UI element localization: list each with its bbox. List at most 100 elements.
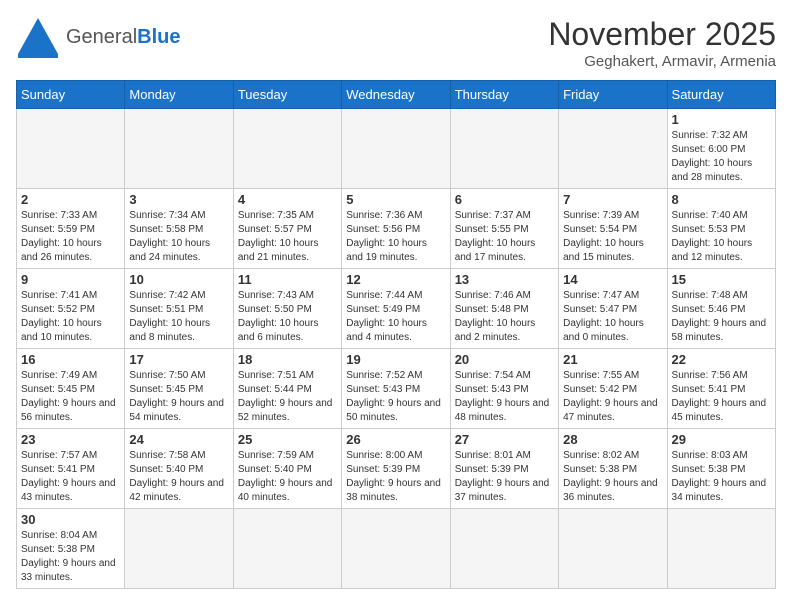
day-number: 28 xyxy=(563,432,662,447)
weekday-header: Thursday xyxy=(450,81,558,109)
day-number: 15 xyxy=(672,272,771,287)
day-number: 17 xyxy=(129,352,228,367)
calendar-cell xyxy=(342,509,450,589)
header: GeneralBlue November 2025 Geghakert, Arm… xyxy=(16,16,776,70)
day-info: Sunrise: 7:32 AM Sunset: 6:00 PM Dayligh… xyxy=(672,129,771,185)
calendar-week-row: 30 Sunrise: 8:04 AM Sunset: 5:38 PM Dayli… xyxy=(17,509,776,589)
day-info: Sunrise: 7:43 AM Sunset: 5:50 PM Dayligh… xyxy=(238,289,337,345)
day-number: 21 xyxy=(563,352,662,367)
day-number: 5 xyxy=(346,192,445,207)
calendar-cell: 14 Sunrise: 7:47 AM Sunset: 5:47 PM Dayli… xyxy=(559,269,667,349)
day-number: 10 xyxy=(129,272,228,287)
day-info: Sunrise: 7:42 AM Sunset: 5:51 PM Dayligh… xyxy=(129,289,228,345)
day-number: 19 xyxy=(346,352,445,367)
day-info: Sunrise: 7:33 AM Sunset: 5:59 PM Dayligh… xyxy=(21,209,120,265)
calendar-cell: 2Sunrise: 7:33 AM Sunset: 5:59 PM Daylig… xyxy=(17,189,125,269)
day-info: Sunrise: 7:40 AM Sunset: 5:53 PM Dayligh… xyxy=(672,209,771,265)
title-area: November 2025 Geghakert, Armavir, Armeni… xyxy=(548,16,776,70)
weekday-header: Monday xyxy=(125,81,233,109)
calendar-cell xyxy=(342,109,450,189)
calendar-cell: 13Sunrise: 7:46 AM Sunset: 5:48 PM Dayli… xyxy=(450,269,558,349)
day-info: Sunrise: 8:01 AM Sunset: 5:39 PM Dayligh… xyxy=(455,449,554,505)
day-number: 22 xyxy=(672,352,771,367)
calendar-cell: 17 Sunrise: 7:50 AM Sunset: 5:45 PM Dayli… xyxy=(125,349,233,429)
calendar-cell xyxy=(233,509,341,589)
day-number: 3 xyxy=(129,192,228,207)
calendar-cell: 19 Sunrise: 7:52 AM Sunset: 5:43 PM Dayli… xyxy=(342,349,450,429)
day-info: Sunrise: 7:35 AM Sunset: 5:57 PM Dayligh… xyxy=(238,209,337,265)
day-number: 26 xyxy=(346,432,445,447)
day-number: 23 xyxy=(21,432,120,447)
calendar-cell: 10 Sunrise: 7:42 AM Sunset: 5:51 PM Dayli… xyxy=(125,269,233,349)
calendar-cell: 23 Sunrise: 7:57 AM Sunset: 5:41 PM Dayli… xyxy=(17,429,125,509)
calendar-cell xyxy=(667,509,775,589)
calendar-cell: 3 Sunrise: 7:34 AM Sunset: 5:58 PM Daylig… xyxy=(125,189,233,269)
calendar-cell xyxy=(233,109,341,189)
day-info: Sunrise: 7:36 AM Sunset: 5:56 PM Dayligh… xyxy=(346,209,445,265)
day-number: 7 xyxy=(563,192,662,207)
day-info: Sunrise: 7:37 AM Sunset: 5:55 PM Dayligh… xyxy=(455,209,554,265)
day-info: Sunrise: 7:57 AM Sunset: 5:41 PM Dayligh… xyxy=(21,449,120,505)
day-info: Sunrise: 7:50 AM Sunset: 5:45 PM Dayligh… xyxy=(129,369,228,425)
calendar-cell xyxy=(450,509,558,589)
calendar-cell: 26 Sunrise: 8:00 AM Sunset: 5:39 PM Dayli… xyxy=(342,429,450,509)
day-info: Sunrise: 7:41 AM Sunset: 5:52 PM Dayligh… xyxy=(21,289,120,345)
calendar-cell: 15 Sunrise: 7:48 AM Sunset: 5:46 PM Dayli… xyxy=(667,269,775,349)
calendar-cell xyxy=(125,109,233,189)
day-number: 6 xyxy=(455,192,554,207)
day-info: Sunrise: 7:51 AM Sunset: 5:44 PM Dayligh… xyxy=(238,369,337,425)
calendar-table: SundayMondayTuesdayWednesdayThursdayFrid… xyxy=(16,80,776,589)
day-info: Sunrise: 7:56 AM Sunset: 5:41 PM Dayligh… xyxy=(672,369,771,425)
day-number: 30 xyxy=(21,512,120,527)
day-number: 18 xyxy=(238,352,337,367)
day-number: 14 xyxy=(563,272,662,287)
calendar-cell: 28 Sunrise: 8:02 AM Sunset: 5:38 PM Dayli… xyxy=(559,429,667,509)
calendar-cell: 22 Sunrise: 7:56 AM Sunset: 5:41 PM Dayli… xyxy=(667,349,775,429)
day-number: 25 xyxy=(238,432,337,447)
calendar-cell: 4Sunrise: 7:35 AM Sunset: 5:57 PM Daylig… xyxy=(233,189,341,269)
day-info: Sunrise: 8:04 AM Sunset: 5:38 PM Dayligh… xyxy=(21,529,120,585)
calendar-cell: 12 Sunrise: 7:44 AM Sunset: 5:49 PM Dayli… xyxy=(342,269,450,349)
logo: GeneralBlue xyxy=(16,16,181,58)
calendar-week-row: 2Sunrise: 7:33 AM Sunset: 5:59 PM Daylig… xyxy=(17,189,776,269)
day-info: Sunrise: 7:47 AM Sunset: 5:47 PM Dayligh… xyxy=(563,289,662,345)
day-info: Sunrise: 8:00 AM Sunset: 5:39 PM Dayligh… xyxy=(346,449,445,505)
calendar-title: November 2025 xyxy=(548,16,776,53)
day-info: Sunrise: 8:02 AM Sunset: 5:38 PM Dayligh… xyxy=(563,449,662,505)
calendar-week-row: 1Sunrise: 7:32 AM Sunset: 6:00 PM Daylig… xyxy=(17,109,776,189)
weekday-header-row: SundayMondayTuesdayWednesdayThursdayFrid… xyxy=(17,81,776,109)
day-number: 27 xyxy=(455,432,554,447)
day-info: Sunrise: 7:44 AM Sunset: 5:49 PM Dayligh… xyxy=(346,289,445,345)
day-number: 12 xyxy=(346,272,445,287)
calendar-cell: 21 Sunrise: 7:55 AM Sunset: 5:42 PM Dayli… xyxy=(559,349,667,429)
logo-icon xyxy=(16,16,60,58)
calendar-cell xyxy=(125,509,233,589)
calendar-cell: 8Sunrise: 7:40 AM Sunset: 5:53 PM Daylig… xyxy=(667,189,775,269)
calendar-cell xyxy=(559,509,667,589)
weekday-header: Wednesday xyxy=(342,81,450,109)
day-info: Sunrise: 7:52 AM Sunset: 5:43 PM Dayligh… xyxy=(346,369,445,425)
calendar-cell xyxy=(17,109,125,189)
calendar-cell xyxy=(559,109,667,189)
calendar-subtitle: Geghakert, Armavir, Armenia xyxy=(548,53,776,70)
day-info: Sunrise: 7:58 AM Sunset: 5:40 PM Dayligh… xyxy=(129,449,228,505)
day-number: 16 xyxy=(21,352,120,367)
calendar-cell: 7 Sunrise: 7:39 AM Sunset: 5:54 PM Daylig… xyxy=(559,189,667,269)
calendar-week-row: 23 Sunrise: 7:57 AM Sunset: 5:41 PM Dayli… xyxy=(17,429,776,509)
calendar-cell: 20Sunrise: 7:54 AM Sunset: 5:43 PM Dayli… xyxy=(450,349,558,429)
logo-blue: Blue xyxy=(137,26,180,48)
day-info: Sunrise: 7:55 AM Sunset: 5:42 PM Dayligh… xyxy=(563,369,662,425)
day-info: Sunrise: 7:39 AM Sunset: 5:54 PM Dayligh… xyxy=(563,209,662,265)
calendar-cell xyxy=(450,109,558,189)
day-number: 24 xyxy=(129,432,228,447)
calendar-cell: 18 Sunrise: 7:51 AM Sunset: 5:44 PM Dayli… xyxy=(233,349,341,429)
calendar-cell: 29Sunrise: 8:03 AM Sunset: 5:38 PM Dayli… xyxy=(667,429,775,509)
day-info: Sunrise: 7:48 AM Sunset: 5:46 PM Dayligh… xyxy=(672,289,771,345)
day-info: Sunrise: 7:34 AM Sunset: 5:58 PM Dayligh… xyxy=(129,209,228,265)
day-info: Sunrise: 7:46 AM Sunset: 5:48 PM Dayligh… xyxy=(455,289,554,345)
day-info: Sunrise: 7:49 AM Sunset: 5:45 PM Dayligh… xyxy=(21,369,120,425)
day-number: 20 xyxy=(455,352,554,367)
day-number: 29 xyxy=(672,432,771,447)
calendar-cell: 9Sunrise: 7:41 AM Sunset: 5:52 PM Daylig… xyxy=(17,269,125,349)
calendar-cell: 27 Sunrise: 8:01 AM Sunset: 5:39 PM Dayli… xyxy=(450,429,558,509)
